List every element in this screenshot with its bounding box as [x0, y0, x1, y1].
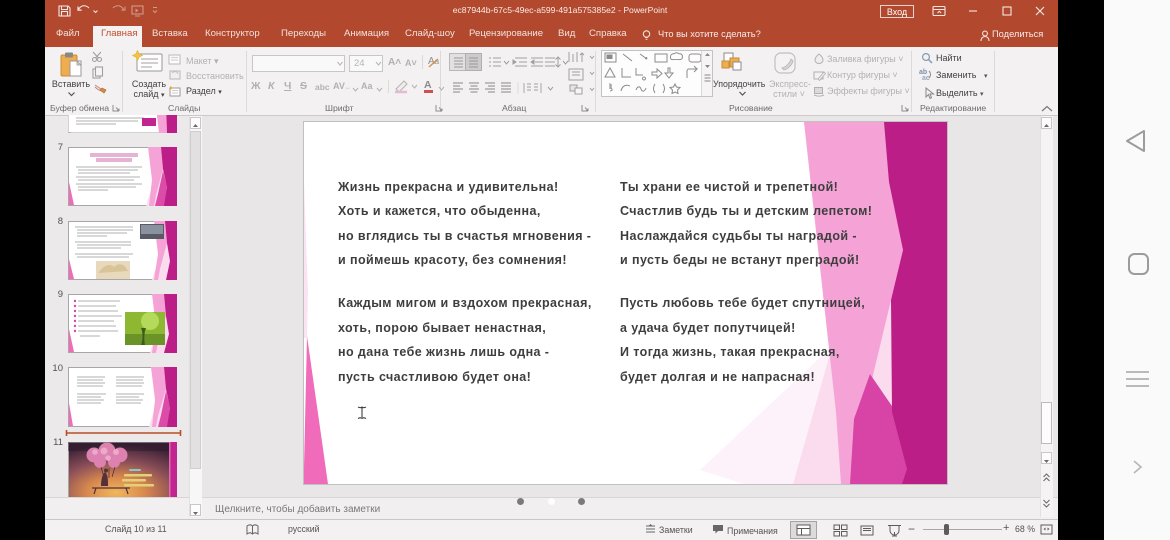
svg-text:ac: ac: [922, 75, 930, 81]
